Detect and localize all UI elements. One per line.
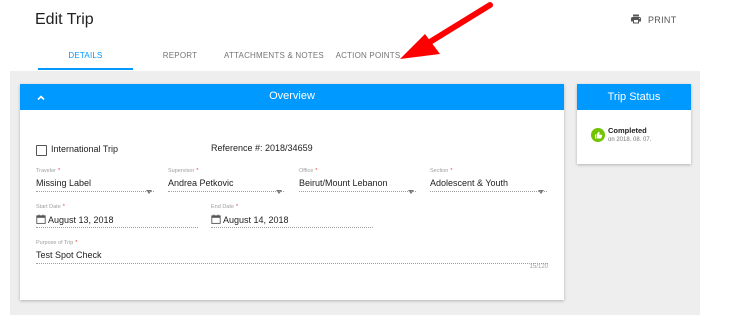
trip-status-card: Trip Status Completed on 2018. 08. 07. (577, 84, 691, 164)
overview-card: Overview International Trip Reference #:… (20, 84, 564, 300)
tab-details[interactable]: DETAILS (38, 44, 133, 70)
overview-title: Overview (269, 90, 315, 102)
start-date-label: Start Date (36, 204, 61, 210)
tab-report[interactable]: REPORT (152, 44, 208, 70)
end-date-label: End Date (211, 204, 234, 210)
caret-down-icon[interactable] (538, 181, 544, 194)
purpose-label: Purpose of Trip (36, 240, 74, 246)
trip-status-date: on 2018. 08. 07. (608, 137, 652, 143)
traveler-label: Traveler (36, 168, 56, 174)
supervisor-label: Supervisor (168, 168, 195, 174)
start-date-value: August 13, 2018 (48, 215, 114, 225)
calendar-icon[interactable] (36, 214, 46, 224)
supervisor-value: Andrea Petkovic (168, 178, 234, 188)
caret-down-icon[interactable] (276, 181, 282, 194)
printer-icon (630, 13, 642, 27)
international-trip-label: International Trip (51, 144, 119, 154)
section-value: Adolescent & Youth (430, 178, 509, 188)
trip-status-header: Trip Status (577, 84, 691, 110)
tab-attachments-notes[interactable]: ATTACHMENTS & NOTES (220, 44, 328, 70)
purpose-value: Test Spot Check (36, 250, 102, 260)
international-trip-checkbox[interactable] (36, 145, 47, 156)
end-date-value: August 14, 2018 (223, 215, 289, 225)
trip-status-value: Completed (608, 126, 647, 135)
character-counter: 15/120 (529, 264, 548, 270)
tab-bar: DETAILS REPORT ATTACHMENTS & NOTES ACTIO… (0, 44, 700, 70)
caret-down-icon[interactable] (146, 181, 152, 194)
print-label: PRINT (648, 15, 677, 25)
traveler-value: Missing Label (36, 178, 92, 188)
caret-down-icon[interactable] (408, 181, 414, 194)
page-title: Edit Trip (35, 11, 94, 28)
section-label: Section (430, 168, 449, 174)
print-button[interactable]: PRINT (630, 13, 677, 27)
office-label: Office (299, 168, 314, 174)
overview-header[interactable]: Overview (20, 84, 564, 110)
tab-action-points[interactable]: ACTION POINTS (332, 44, 404, 70)
reference-number: Reference #: 2018/34659 (211, 143, 313, 153)
thumbs-up-icon (591, 128, 605, 142)
calendar-icon[interactable] (211, 214, 221, 224)
office-value: Beirut/Mount Lebanon (299, 178, 388, 188)
active-tab-indicator (38, 68, 133, 70)
edit-trip-page: Edit Trip PRINT DETAILS REPORT ATTACHMEN… (0, 0, 738, 315)
